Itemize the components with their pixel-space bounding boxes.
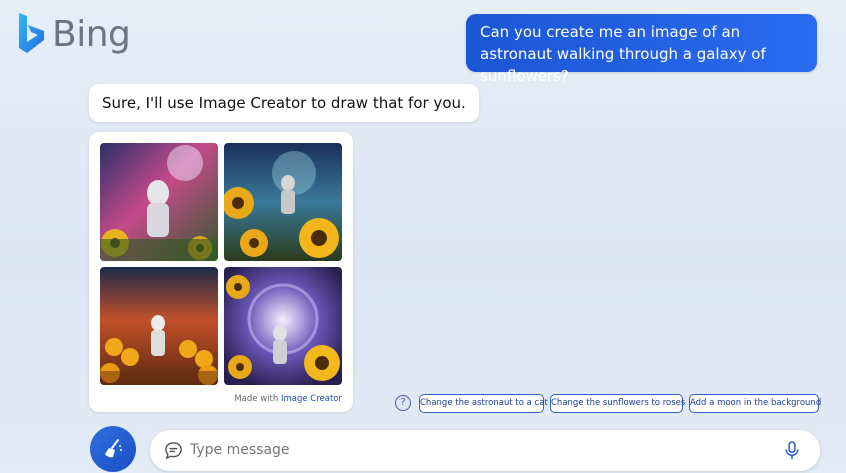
- new-topic-button[interactable]: [90, 426, 136, 472]
- microphone-icon[interactable]: [784, 441, 800, 460]
- bing-logo-icon: [19, 13, 44, 53]
- suggestion-chip-3[interactable]: Add a moon in the background: [689, 394, 821, 413]
- message-input[interactable]: [190, 430, 750, 471]
- suggestion-chip-2[interactable]: Change the sunflowers to roses: [550, 394, 685, 413]
- user-message: Can you create me an image of an astrona…: [466, 14, 817, 85]
- brand-name: Bing: [52, 13, 131, 55]
- new-topic-broom-icon: [105, 439, 122, 458]
- image-creator-card: Made with Image Creator: [89, 132, 353, 412]
- chat-bubble-icon: [165, 442, 182, 460]
- generated-image-2[interactable]: [224, 143, 342, 261]
- generated-image-4[interactable]: [224, 267, 342, 385]
- suggestion-chip-1[interactable]: Change the astronaut to a cat: [419, 394, 548, 413]
- bing-logo[interactable]: Bing: [16, 12, 131, 56]
- bot-message: Sure, I'll use Image Creator to draw tha…: [89, 84, 479, 122]
- made-with-prefix: Made with: [234, 394, 279, 404]
- image-creator-link[interactable]: Image Creator: [281, 394, 342, 404]
- made-with-caption: Made with Image Creator: [234, 394, 342, 404]
- help-icon[interactable]: ?: [395, 395, 411, 411]
- generated-image-1[interactable]: [100, 143, 218, 261]
- message-composer: [150, 430, 820, 471]
- generated-image-3[interactable]: [100, 267, 218, 385]
